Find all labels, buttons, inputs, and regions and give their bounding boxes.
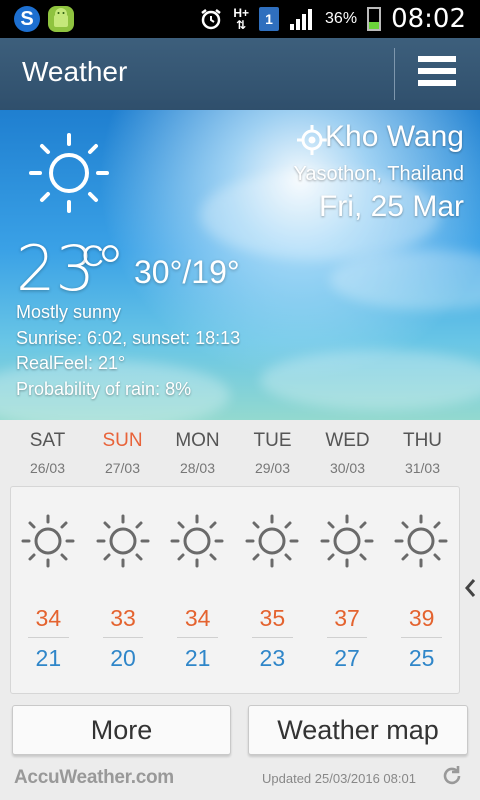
sun-icon: [20, 513, 76, 569]
sun-icon: [29, 133, 109, 213]
day-name: SUN: [102, 430, 143, 451]
realfeel: RealFeel: 21°: [16, 353, 126, 373]
day-name: THU: [402, 430, 443, 451]
forecast-day[interactable]: 37 27: [310, 487, 385, 693]
day-date: 27/03: [104, 460, 141, 476]
forecast-day[interactable]: 34 21: [11, 487, 86, 693]
more-button[interactable]: More: [12, 705, 231, 755]
location-region: Yasothon, Thailand: [293, 163, 465, 185]
chevron-left-icon[interactable]: [462, 576, 480, 600]
day-name: WED: [325, 430, 370, 451]
android-app-icon[interactable]: [48, 6, 74, 32]
temp-divider: [252, 637, 293, 638]
day-name: MON: [175, 430, 220, 451]
accuweather-logo[interactable]: AccuWeather.com: [14, 767, 174, 789]
temp-divider: [177, 637, 219, 638]
high-temp: 34: [35, 605, 62, 631]
forecast-day-header[interactable]: WED 30/03: [310, 430, 385, 486]
high-temp: 37: [334, 605, 360, 631]
forecast-day-header[interactable]: TUE 29/03: [235, 430, 310, 486]
current-temperature: 23°: [16, 232, 126, 305]
low-temp: 25: [408, 645, 435, 671]
forecast-day[interactable]: 35 23: [235, 487, 310, 693]
refresh-icon[interactable]: [440, 764, 464, 788]
day-date: 29/03: [254, 460, 291, 476]
temp-divider: [28, 637, 69, 638]
temp-divider: [326, 637, 368, 638]
weather-map-button[interactable]: Weather map: [248, 705, 468, 755]
sun-icon: [95, 513, 151, 569]
location-name[interactable]: Kho Wang: [325, 120, 464, 154]
forecast-day-header[interactable]: THU 31/03: [385, 430, 460, 486]
battery-level: [369, 21, 380, 29]
low-temp: 20: [110, 645, 136, 671]
low-temp: 21: [35, 645, 62, 671]
day-date: 30/03: [329, 460, 366, 476]
high-temp: 35: [259, 605, 286, 631]
low-temp: 23: [259, 645, 286, 671]
high-temp: 34: [184, 605, 211, 631]
forecast-day[interactable]: 34 21: [160, 487, 235, 693]
hamburger-menu-icon[interactable]: [418, 56, 456, 92]
day-name: TUE: [253, 430, 292, 451]
network-arrows-icon: H+ ⇅: [233, 6, 250, 32]
temp-divider: [401, 637, 443, 638]
current-weather-panel[interactable]: Kho Wang Yasothon, Thailand Fri, 25 Mar …: [0, 110, 480, 420]
low-temp: 21: [184, 645, 211, 671]
forecast-day-header[interactable]: SAT 26/03: [10, 430, 85, 486]
forecast-day-header[interactable]: MON 28/03: [160, 430, 235, 486]
s-app-icon[interactable]: S: [14, 6, 40, 32]
high-low-temperature: 30°/19°: [134, 254, 240, 290]
high-temp: 39: [408, 605, 435, 631]
current-date: Fri, 25 Mar: [318, 190, 464, 223]
sun-icon: [319, 513, 375, 569]
app-title: Weather: [22, 56, 128, 87]
forecast-day-headers: SAT 26/03 SUN 27/03 MON 28/03 TUE 29/03 WED 30/03…: [10, 430, 460, 486]
battery-percent: 36%: [325, 10, 358, 27]
condition-text: Mostly sunny: [16, 302, 122, 322]
high-temp: 33: [110, 605, 136, 631]
app-bar-divider: [394, 48, 395, 100]
forecast-card[interactable]: 34 21 33 20 34 21 35 23 37 27 39 25: [10, 486, 460, 694]
current-location-icon: [297, 125, 327, 155]
sunrise-sunset: Sunrise: 6:02, sunset: 18:13: [16, 327, 241, 348]
sun-icon: [169, 513, 225, 569]
sun-icon: [244, 513, 300, 569]
day-date: 28/03: [179, 460, 216, 476]
forecast-day-header[interactable]: SUN 27/03: [85, 430, 160, 486]
signal-icon: [290, 9, 313, 30]
sun-icon: [393, 513, 449, 569]
clock: 08:02: [391, 4, 466, 34]
day-name: SAT: [29, 430, 66, 451]
rain-probability: Probability of rain: 8%: [16, 378, 192, 399]
forecast-day[interactable]: 39 25: [384, 487, 459, 693]
status-bar: S H+ ⇅ 1 36% 08:02: [0, 0, 480, 38]
temperature-unit: C: [82, 240, 104, 273]
forecast-day[interactable]: 33 20: [86, 487, 161, 693]
day-date: 26/03: [29, 460, 66, 476]
temp-divider: [102, 637, 144, 638]
weather-details: Mostly sunny Sunrise: 6:02, sunset: 18:1…: [16, 300, 240, 402]
day-date: 31/03: [404, 460, 441, 476]
app-bar: Weather: [0, 38, 480, 110]
battery-icon: [367, 7, 382, 31]
low-temp: 27: [334, 645, 360, 671]
notification-icon[interactable]: 1: [259, 7, 280, 31]
last-updated: Updated 25/03/2016 08:01: [262, 771, 416, 786]
network-type: H+: [233, 6, 250, 20]
alarm-icon: [201, 9, 222, 30]
